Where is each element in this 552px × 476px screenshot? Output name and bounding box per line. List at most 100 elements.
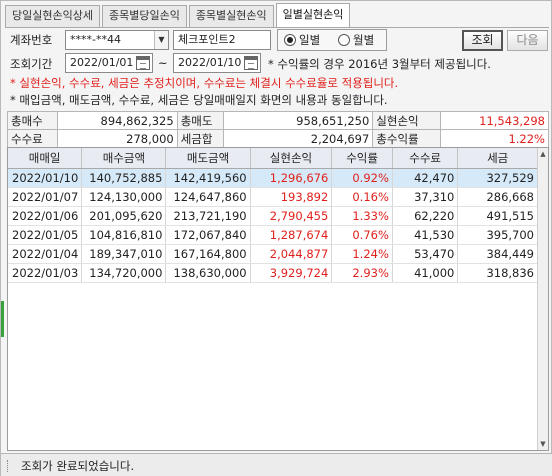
table-row[interactable]: 2022/01/03 134,720,000 138,630,000 3,929… [8, 263, 538, 283]
cell-fee: 42,470 [392, 168, 459, 188]
side-indicator [1, 301, 4, 337]
cell-fee: 37,310 [392, 187, 459, 207]
tab-today-realized-detail[interactable]: 당일실현손익상세 [5, 5, 100, 27]
col-sell-amount[interactable]: 매도금액 [165, 148, 251, 169]
tab-daily-realized-pnl[interactable]: 일별실현손익 [275, 3, 351, 27]
next-button[interactable]: 다음 [507, 30, 548, 51]
cell-return: 1.24% [331, 244, 393, 264]
calendar-icon[interactable] [244, 56, 258, 70]
cell-buy: 201,095,620 [81, 206, 167, 226]
total-sell-label: 총매도 [176, 111, 224, 130]
cell-tax: 395,700 [457, 225, 538, 245]
calendar-icon[interactable] [136, 56, 150, 70]
vertical-scrollbar[interactable]: ▲ ▼ [537, 148, 548, 450]
fee-value: 278,000 [56, 129, 178, 148]
cell-fee: 53,470 [392, 244, 459, 264]
radio-daily-indicator[interactable] [284, 34, 296, 46]
summary-table: 총매수 894,862,325 총매도 958,651,250 실현손익 11,… [7, 111, 549, 148]
account-select[interactable]: ****-**44 ▼ [65, 30, 169, 50]
estimate-warning-note: * 실현손익, 수수료, 세금은 추정치이며, 수수료는 체결시 수수료율로 적… [10, 76, 399, 90]
cell-pnl: 1,287,674 [250, 225, 333, 245]
cell-return: 0.16% [331, 187, 393, 207]
cell-return: 1.33% [331, 206, 393, 226]
same-as-journal-note: * 매입금액, 매도금액, 수수료, 세금은 당일매매일지 화면의 내용과 동일… [10, 93, 388, 107]
cell-date: 2022/01/04 [8, 244, 83, 264]
cell-pnl: 3,929,724 [250, 263, 333, 283]
col-tax[interactable]: 세금 [457, 148, 538, 169]
radio-daily[interactable]: 일별 [284, 32, 320, 48]
realized-pnl-label: 실현손익 [372, 111, 442, 130]
table-row[interactable]: 2022/01/06 201,095,620 213,721,190 2,790… [8, 206, 538, 226]
return-availability-note: * 수익률의 경우 2016년 3월부터 제공됩니다. [268, 57, 491, 71]
cell-pnl: 2,790,455 [250, 206, 333, 226]
cell-date: 2022/01/10 [8, 168, 83, 188]
scroll-up-icon[interactable]: ▲ [538, 148, 548, 160]
fee-label: 수수료 [7, 129, 58, 148]
total-buy-value: 894,862,325 [56, 111, 178, 130]
cell-pnl: 1,296,676 [250, 168, 333, 188]
date-to-field[interactable]: 2022/01/10 [173, 53, 261, 73]
col-trade-date[interactable]: 매매일 [8, 148, 83, 169]
tax-label: 세금합 [176, 129, 224, 148]
status-bar: 조회가 완료되었습니다. [1, 453, 552, 476]
cell-tax: 384,449 [457, 244, 538, 264]
table-row[interactable]: 2022/01/04 189,347,010 167,164,800 2,044… [8, 244, 538, 264]
cell-tax: 327,529 [457, 168, 538, 188]
cell-tax: 318,836 [457, 263, 538, 283]
cell-buy: 189,347,010 [81, 244, 167, 264]
cell-return: 0.92% [331, 168, 393, 188]
tab-divider [5, 27, 549, 28]
cell-sell: 172,067,840 [165, 225, 251, 245]
col-fee[interactable]: 수수료 [392, 148, 459, 169]
cell-tax: 286,668 [457, 187, 538, 207]
date-to-value: 2022/01/10 [178, 56, 242, 69]
daily-pnl-grid[interactable]: 매매일 매수금액 매도금액 실현손익 수익률 수수료 세금 2022/01/10… [7, 147, 549, 451]
col-return-rate[interactable]: 수익률 [331, 148, 393, 169]
date-from-value: 2022/01/01 [70, 56, 134, 69]
cell-pnl: 2,044,877 [250, 244, 333, 264]
cell-fee: 62,220 [392, 206, 459, 226]
tab-stock-today-pnl[interactable]: 종목별당일손익 [101, 5, 187, 27]
cell-buy: 104,816,810 [81, 225, 167, 245]
total-sell-value: 958,651,250 [222, 111, 374, 130]
cell-buy: 140,752,885 [81, 168, 167, 188]
cell-sell: 138,630,000 [165, 263, 251, 283]
cell-return: 0.76% [331, 225, 393, 245]
table-row[interactable]: 2022/01/07 124,130,000 124,647,860 193,8… [8, 187, 538, 207]
cell-date: 2022/01/07 [8, 187, 83, 207]
cell-buy: 124,130,000 [81, 187, 167, 207]
col-buy-amount[interactable]: 매수금액 [81, 148, 167, 169]
cell-pnl: 193,892 [250, 187, 333, 207]
scroll-down-icon[interactable]: ▼ [538, 438, 548, 450]
account-value: ****-**44 [70, 33, 121, 46]
search-button[interactable]: 조회 [462, 30, 503, 51]
daily-realized-pnl-window: 당일실현손익상세 종목별당일손익 종목별실현손익 일별실현손익 계좌번호 ***… [0, 0, 552, 476]
radio-daily-label: 일별 [299, 33, 321, 47]
cell-sell: 167,164,800 [165, 244, 251, 264]
tax-value: 2,204,697 [222, 129, 374, 148]
date-from-field[interactable]: 2022/01/01 [65, 53, 153, 73]
table-row[interactable]: 2022/01/05 104,816,810 172,067,840 1,287… [8, 225, 538, 245]
cell-date: 2022/01/03 [8, 263, 83, 283]
account-name-field: 체크포인트2 [173, 30, 271, 50]
radio-monthly-indicator[interactable] [338, 34, 350, 46]
cell-fee: 41,000 [392, 263, 459, 283]
total-return-value: 1.22% [440, 129, 549, 148]
tab-stock-realized-pnl[interactable]: 종목별실현손익 [188, 5, 274, 27]
cell-fee: 41,530 [392, 225, 459, 245]
chevron-down-icon[interactable]: ▼ [154, 31, 168, 49]
realized-pnl-value: 11,543,298 [440, 111, 549, 130]
cell-date: 2022/01/06 [8, 206, 83, 226]
table-row[interactable]: 2022/01/10 140,752,885 142,419,560 1,296… [8, 168, 538, 188]
cell-buy: 134,720,000 [81, 263, 167, 283]
cell-sell: 213,721,190 [165, 206, 251, 226]
radio-monthly-label: 월별 [353, 33, 375, 47]
radio-monthly[interactable]: 월별 [338, 32, 374, 48]
status-message: 조회가 완료되었습니다. [21, 459, 135, 473]
cell-sell: 124,647,860 [165, 187, 251, 207]
period-type-radio-group: 일별 월별 [277, 29, 387, 51]
col-realized-pnl[interactable]: 실현손익 [250, 148, 333, 169]
tab-bar: 당일실현손익상세 종목별당일손익 종목별실현손익 일별실현손익 [5, 3, 352, 27]
grid-header-row: 매매일 매수금액 매도금액 실현손익 수익률 수수료 세금 [8, 148, 538, 169]
date-separator: ~ [158, 56, 168, 70]
